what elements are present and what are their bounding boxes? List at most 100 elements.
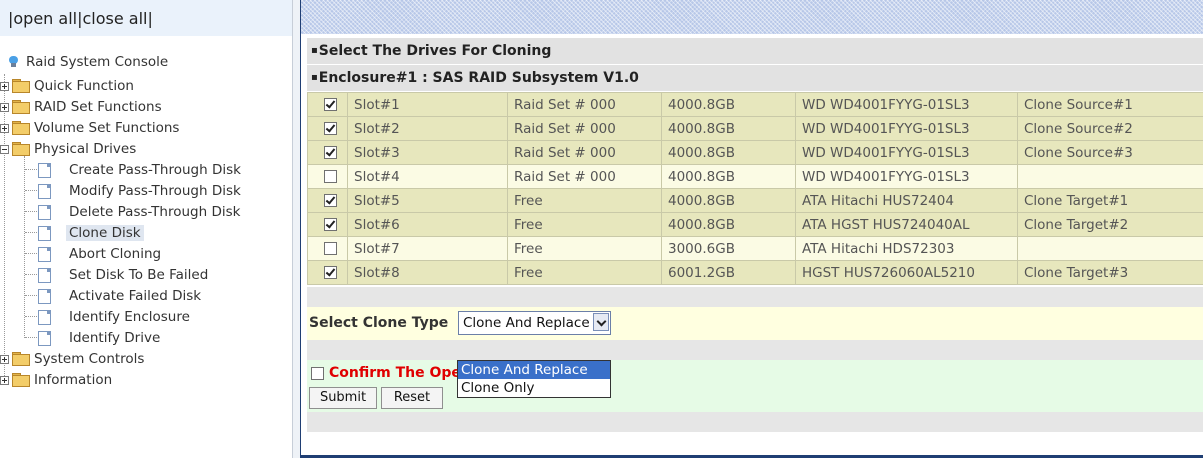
tree-item-label: Identify Enclosure <box>69 309 190 325</box>
clone-type-option[interactable]: Clone And Replace <box>458 361 610 379</box>
drive-checkbox[interactable] <box>324 170 337 183</box>
drive-slot: Slot#7 <box>347 236 508 261</box>
tree-item-activate-failed-disk[interactable]: Activate Failed Disk <box>0 286 290 306</box>
tree-item-label: Modify Pass-Through Disk <box>69 183 241 199</box>
confirm-checkbox[interactable] <box>311 367 324 380</box>
drive-capacity: 4000.8GB <box>661 164 796 189</box>
tree-item-volume-set-functions[interactable]: Volume Set Functions <box>0 118 290 138</box>
page-icon <box>38 289 51 304</box>
tree-item-modify-pass-through-disk[interactable]: Modify Pass-Through Disk <box>0 181 290 201</box>
clone-type-row: Select Clone Type Clone And Replace <box>307 307 1203 340</box>
drive-checkbox[interactable] <box>324 242 337 255</box>
spacer <box>307 340 1203 360</box>
confirm-row: Confirm The Operation <box>307 360 1203 385</box>
tree-item-system-controls[interactable]: System Controls <box>0 349 290 369</box>
folder-icon <box>12 100 30 114</box>
page-icon <box>38 331 51 346</box>
clone-disk-form: Select The Drives For Cloning Enclosure#… <box>307 38 1203 432</box>
tree-item-physical-drives[interactable]: Physical Drives <box>0 139 290 159</box>
drive-capacity: 4000.8GB <box>661 188 796 213</box>
tree-root[interactable]: Raid System Console <box>0 52 290 72</box>
drive-checkbox[interactable] <box>324 122 337 135</box>
drive-model: ATA HGST HUS724040AL <box>795 212 1018 237</box>
tree-item-label: Create Pass-Through Disk <box>69 162 241 178</box>
tree-item-abort-cloning[interactable]: Abort Cloning <box>0 244 290 264</box>
drive-raid-set: Raid Set # 000 <box>507 116 662 141</box>
clone-type-value: Clone And Replace <box>463 315 590 331</box>
tree-item-label: System Controls <box>34 351 145 367</box>
tree-item-label: Information <box>34 372 113 388</box>
tree-item-label-selected: Clone Disk <box>66 225 144 241</box>
tree-item-clone-disk[interactable]: Clone Disk <box>0 223 290 243</box>
clone-type-dropdown-list: Clone And Replace Clone Only <box>457 360 611 398</box>
expand-icon[interactable] <box>0 376 9 385</box>
folder-icon <box>12 373 30 387</box>
drive-row: Slot#7 Free 3000.6GB ATA Hitachi HDS72303 <box>307 236 1203 261</box>
drive-checkbox[interactable] <box>324 98 337 111</box>
collapse-icon[interactable] <box>0 145 9 154</box>
enclosure-title: Enclosure#1 : SAS RAID Subsystem V1.0 <box>307 65 1203 92</box>
drive-select-cell <box>307 236 348 261</box>
drive-checkbox[interactable] <box>324 194 337 207</box>
drive-clone-role: Clone Source#3 <box>1017 140 1203 165</box>
drive-clone-role: Clone Target#3 <box>1017 260 1203 285</box>
open-close-links: |open all|close all| <box>8 9 153 28</box>
tree-item-quick-function[interactable]: Quick Function <box>0 76 290 96</box>
drive-clone-role: Clone Source#2 <box>1017 116 1203 141</box>
drive-row: Slot#6 Free 4000.8GB ATA HGST HUS724040AL Cl… <box>307 212 1203 237</box>
drive-model: WD WD4001FYYG-01SL3 <box>795 140 1018 165</box>
folder-icon <box>12 352 30 366</box>
expand-icon[interactable] <box>0 82 9 91</box>
drive-raid-set: Raid Set # 000 <box>507 140 662 165</box>
drive-raid-set: Free <box>507 212 662 237</box>
drive-row: Slot#8 Free 6001.2GB HGST HUS726060AL5210 Cl… <box>307 260 1203 285</box>
clone-type-select[interactable]: Clone And Replace <box>458 311 611 335</box>
separator: | <box>147 9 153 28</box>
tree-item-delete-pass-through-disk[interactable]: Delete Pass-Through Disk <box>0 202 290 222</box>
drive-slot: Slot#8 <box>347 260 508 285</box>
tree-item-create-pass-through-disk[interactable]: Create Pass-Through Disk <box>0 160 290 180</box>
drive-clone-role <box>1017 164 1203 189</box>
drive-raid-set: Raid Set # 000 <box>507 92 662 117</box>
open-all-link[interactable]: open all <box>13 9 77 28</box>
drive-select-cell <box>307 164 348 189</box>
tree-item-set-disk-to-be-failed[interactable]: Set Disk To Be Failed <box>0 265 290 285</box>
reset-button[interactable]: Reset <box>381 387 443 409</box>
drive-checkbox[interactable] <box>324 266 337 279</box>
drive-model: WD WD4001FYYG-01SL3 <box>795 92 1018 117</box>
chevron-down-icon[interactable] <box>593 313 609 331</box>
spacer <box>307 412 1203 432</box>
tree-item-label: Quick Function <box>34 78 134 94</box>
tree-item-information[interactable]: Information <box>0 370 290 390</box>
tree-item-raid-set-functions[interactable]: RAID Set Functions <box>0 97 290 117</box>
page-icon <box>38 205 51 220</box>
drive-select-cell <box>307 212 348 237</box>
clone-type-option[interactable]: Clone Only <box>458 379 610 397</box>
expand-icon[interactable] <box>0 124 9 133</box>
drive-model: WD WD4001FYYG-01SL3 <box>795 116 1018 141</box>
submit-button[interactable]: Submit <box>309 387 377 409</box>
drive-model: ATA Hitachi HDS72303 <box>795 236 1018 261</box>
page-icon <box>38 310 51 325</box>
tree-item-identify-drive[interactable]: Identify Drive <box>0 328 290 348</box>
page-icon <box>38 247 51 262</box>
tree-item-label: Identify Drive <box>69 330 161 346</box>
drive-capacity: 4000.8GB <box>661 212 796 237</box>
drive-slot: Slot#4 <box>347 164 508 189</box>
drive-slot: Slot#6 <box>347 212 508 237</box>
drive-select-cell <box>307 188 348 213</box>
expand-icon[interactable] <box>0 355 9 364</box>
expand-icon[interactable] <box>0 103 9 112</box>
drive-model: HGST HUS726060AL5210 <box>795 260 1018 285</box>
close-all-link[interactable]: close all <box>83 9 148 28</box>
drive-select-cell <box>307 260 348 285</box>
drive-capacity: 3000.6GB <box>661 236 796 261</box>
clone-type-label: Select Clone Type <box>309 315 449 331</box>
tree-item-identify-enclosure[interactable]: Identify Enclosure <box>0 307 290 327</box>
drive-checkbox[interactable] <box>324 218 337 231</box>
folder-icon <box>12 121 30 135</box>
drive-raid-set: Free <box>507 236 662 261</box>
drive-select-cell <box>307 116 348 141</box>
drive-checkbox[interactable] <box>324 146 337 159</box>
drive-row: Slot#2 Raid Set # 000 4000.8GB WD WD4001FYY… <box>307 116 1203 141</box>
